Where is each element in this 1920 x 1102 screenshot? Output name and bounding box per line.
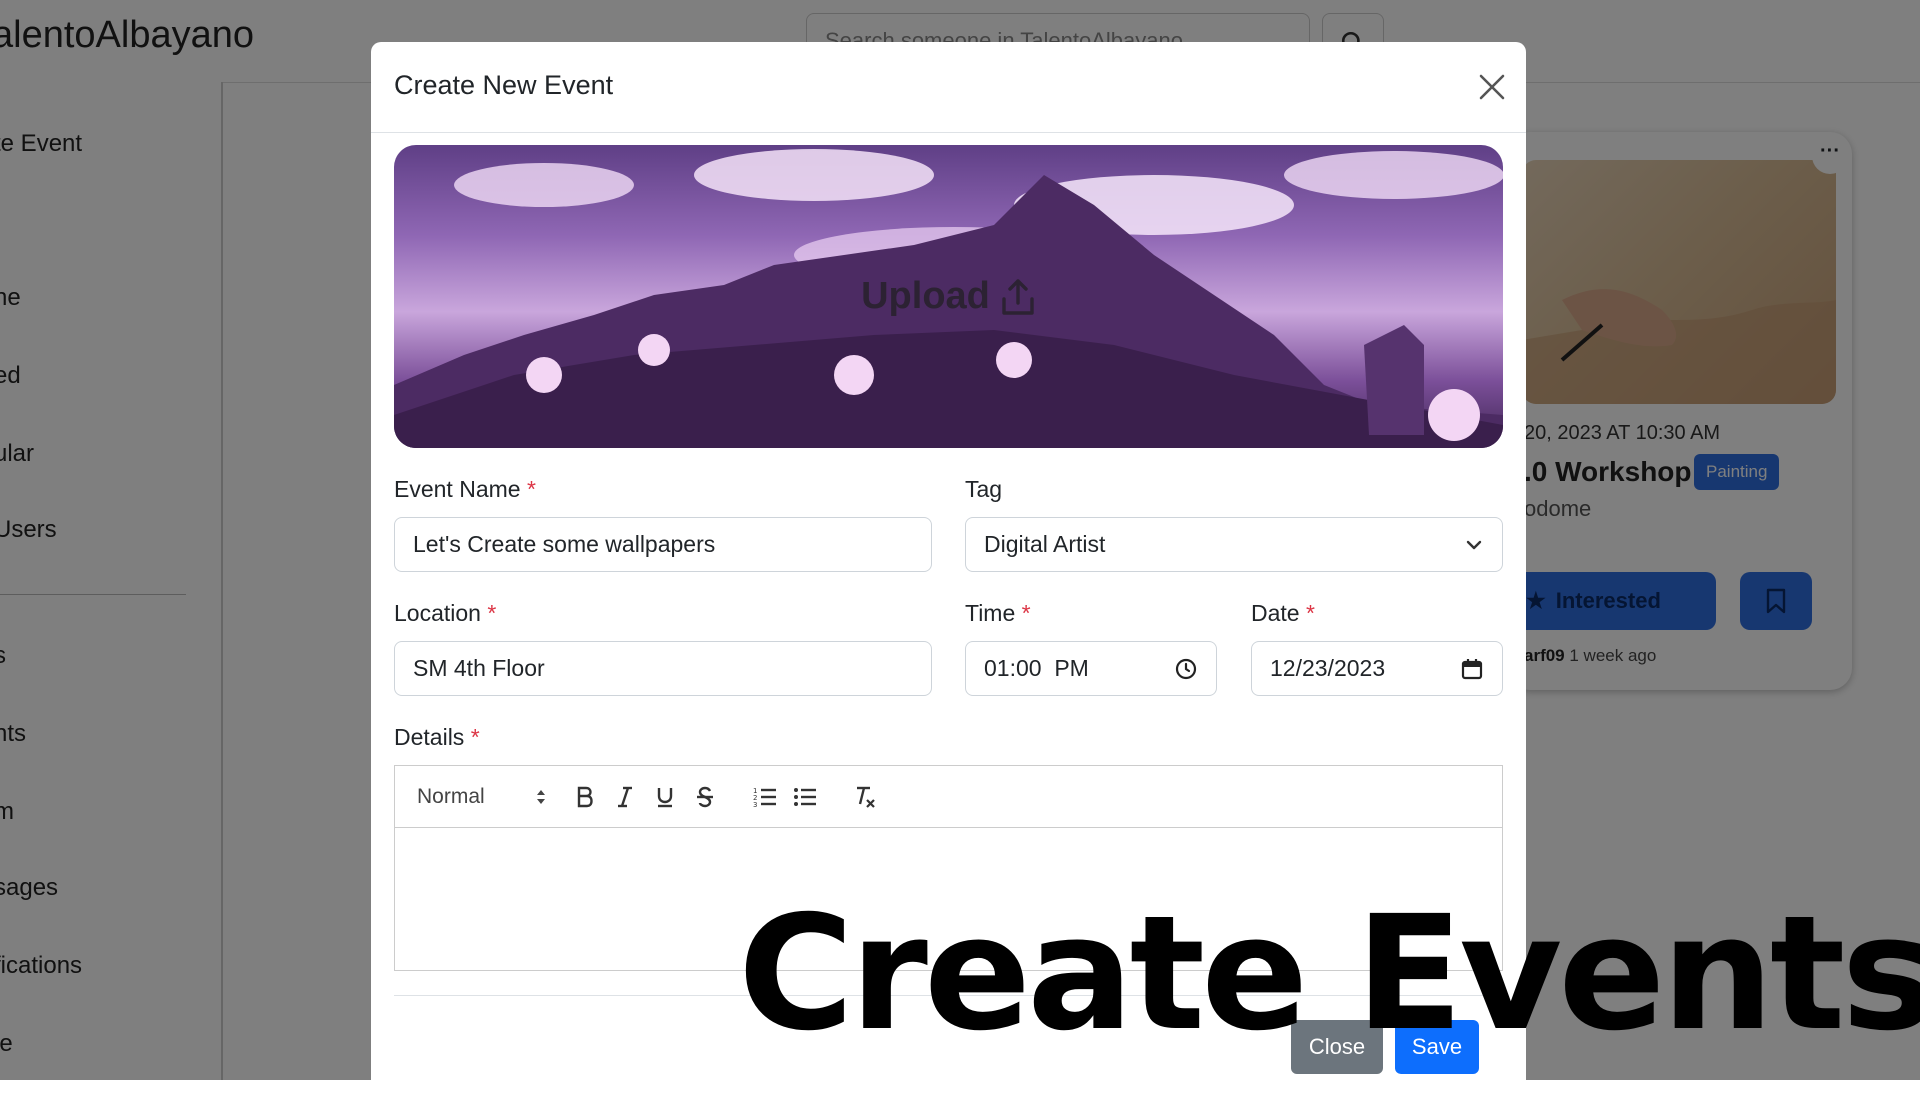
- overlay-caption: Create Events: [738, 882, 1920, 1066]
- tag-value: Digital Artist: [984, 531, 1106, 557]
- underline-button[interactable]: [645, 766, 685, 827]
- required-mark: *: [1305, 600, 1315, 626]
- close-icon[interactable]: [1475, 70, 1509, 104]
- upload-prompt[interactable]: Upload: [394, 145, 1503, 448]
- upload-label: Upload: [861, 275, 990, 317]
- italic-icon: [618, 786, 632, 807]
- tag-select[interactable]: Digital Artist: [965, 517, 1503, 572]
- clock-icon[interactable]: [1174, 657, 1198, 681]
- clear-format-button[interactable]: [845, 766, 885, 827]
- required-mark: *: [487, 600, 497, 626]
- strikethrough-button[interactable]: [685, 766, 725, 827]
- required-mark: *: [470, 724, 480, 750]
- upload-icon: [1002, 278, 1034, 315]
- bold-button[interactable]: [565, 766, 605, 827]
- italic-button[interactable]: [605, 766, 645, 827]
- required-mark: *: [1021, 600, 1031, 626]
- date-value: 12/23/2023: [1270, 655, 1386, 681]
- modal-header: Create New Event: [371, 42, 1526, 133]
- event-banner-upload[interactable]: Upload: [394, 145, 1503, 448]
- location-label-text: Location: [394, 600, 481, 626]
- strikethrough-icon: [697, 786, 713, 807]
- time-value: 01:00 PM: [984, 655, 1089, 681]
- event-name-input[interactable]: Let's Create some wallpapers: [394, 517, 932, 572]
- bullet-list-button[interactable]: [785, 766, 825, 827]
- date-input[interactable]: 12/23/2023: [1251, 641, 1503, 696]
- time-label: Time *: [965, 600, 1031, 627]
- calendar-icon[interactable]: [1460, 657, 1484, 681]
- event-name-label: Event Name *: [394, 476, 536, 503]
- location-label: Location *: [394, 600, 496, 627]
- tag-label: Tag: [965, 476, 1003, 502]
- chevron-down-icon: [1464, 535, 1484, 555]
- clear-format-icon: [857, 786, 875, 808]
- required-mark: *: [526, 476, 536, 502]
- ordered-list-button[interactable]: 123: [745, 766, 785, 827]
- time-input[interactable]: 01:00 PM: [965, 641, 1217, 696]
- location-value: SM 4th Floor: [413, 655, 545, 681]
- underline-icon: [657, 787, 673, 807]
- details-label: Details *: [394, 724, 480, 751]
- event-name-label-text: Event Name: [394, 476, 521, 502]
- modal-title: Create New Event: [394, 70, 614, 100]
- format-select-value: Normal: [417, 784, 485, 808]
- time-label-text: Time: [965, 600, 1016, 626]
- date-label: Date *: [1251, 600, 1315, 627]
- format-select[interactable]: Normal: [417, 766, 547, 827]
- location-input[interactable]: SM 4th Floor: [394, 641, 932, 696]
- editor-toolbar: Normal 123: [395, 766, 1502, 828]
- event-name-value: Let's Create some wallpapers: [413, 531, 716, 557]
- date-label-text: Date: [1251, 600, 1300, 626]
- ordered-list-icon: 123: [753, 787, 776, 808]
- bold-icon: [577, 786, 593, 807]
- bullet-list-icon: [794, 787, 816, 806]
- svg-text:3: 3: [753, 801, 757, 808]
- updown-icon: [537, 789, 545, 804]
- details-label-text: Details: [394, 724, 465, 750]
